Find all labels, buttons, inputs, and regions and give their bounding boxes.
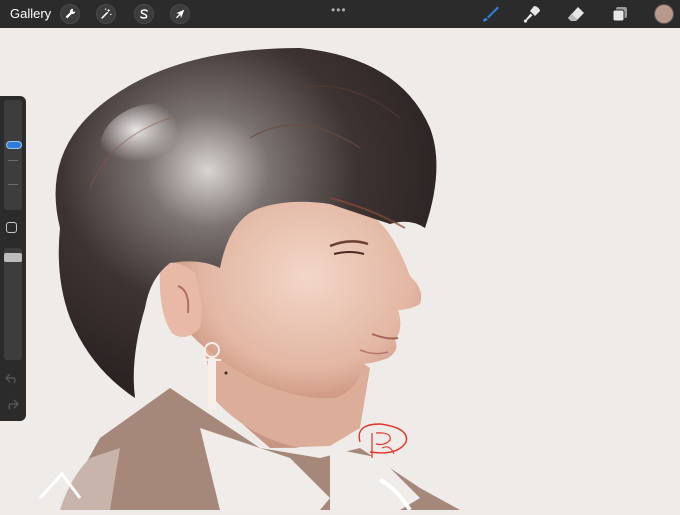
layers-button[interactable] — [609, 4, 631, 24]
opacity-thumb[interactable] — [4, 253, 22, 262]
actions-button[interactable] — [60, 4, 80, 24]
modify-button[interactable] — [6, 222, 17, 233]
transform-button[interactable] — [170, 4, 190, 24]
color-picker-button[interactable] — [655, 5, 673, 23]
eraser-tool-button[interactable] — [565, 4, 587, 24]
wrench-icon — [65, 8, 76, 19]
eraser-icon — [568, 7, 584, 21]
artwork — [38, 48, 460, 512]
toolbar: Gallery ••• — [0, 0, 680, 28]
brush-icon — [483, 6, 499, 22]
more-menu-button[interactable]: ••• — [331, 3, 347, 17]
brush-sidebar — [0, 96, 26, 421]
gallery-button[interactable]: Gallery — [10, 6, 51, 21]
selection-button[interactable] — [134, 4, 154, 24]
opacity-slider[interactable] — [4, 248, 22, 360]
magic-wand-icon — [101, 8, 112, 19]
slider-tick — [8, 184, 18, 185]
brush-tool-button[interactable] — [479, 4, 501, 24]
slider-tick — [8, 160, 18, 161]
drawing-canvas[interactable] — [0, 28, 680, 512]
smudge-icon — [523, 6, 540, 23]
selection-s-icon — [140, 9, 148, 19]
undo-icon[interactable] — [4, 372, 19, 384]
layers-icon — [612, 7, 627, 22]
adjustments-button[interactable] — [96, 4, 116, 24]
smudge-tool-button[interactable] — [521, 4, 543, 24]
brush-size-thumb[interactable] — [7, 142, 21, 148]
arrow-cursor-icon — [176, 9, 185, 19]
brush-size-slider[interactable] — [4, 100, 22, 210]
redo-icon[interactable] — [5, 398, 20, 410]
